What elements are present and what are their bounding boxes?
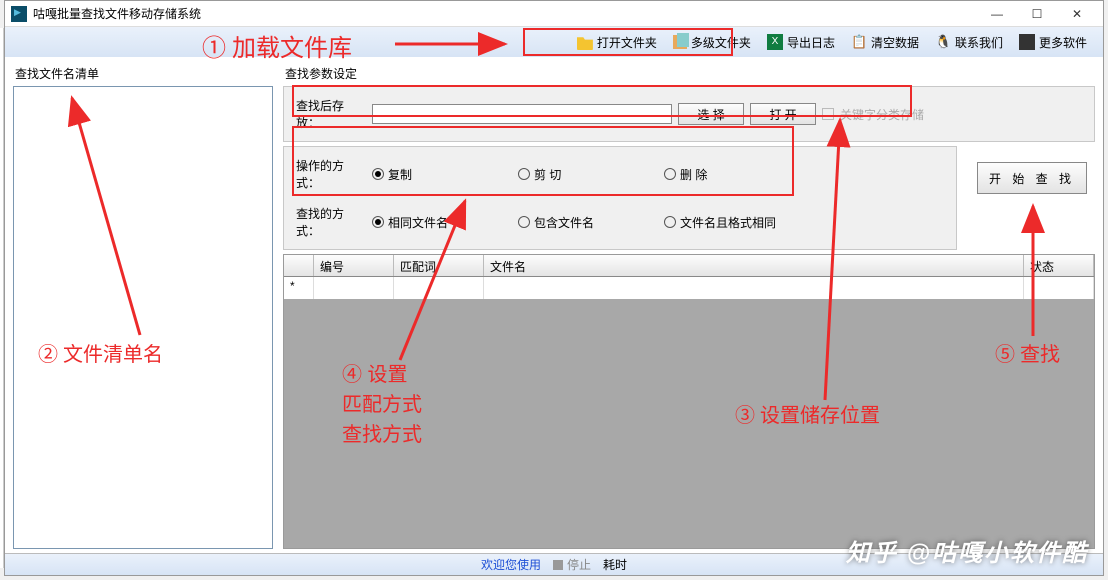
- open-folder-button[interactable]: 打开文件夹: [569, 32, 665, 53]
- radio-icon: [518, 168, 530, 180]
- app-window: 咕嘎批量查找文件移动存储系统 — ☐ ✕ 打开文件夹 多级文件夹 X 导出日志 …: [4, 0, 1104, 576]
- col-no[interactable]: 编号: [314, 255, 394, 276]
- find-same-radio[interactable]: 相同文件名: [372, 214, 512, 231]
- radio-icon: [664, 168, 676, 180]
- qr-icon: [1019, 34, 1035, 50]
- status-stop: 停止: [553, 556, 591, 573]
- col-state[interactable]: 状态: [1024, 255, 1094, 276]
- window-title: 咕嘎批量查找文件移动存储系统: [33, 5, 201, 22]
- col-blank: [284, 255, 314, 276]
- contact-us-button[interactable]: 联系我们: [927, 32, 1011, 53]
- export-log-button[interactable]: X 导出日志: [759, 32, 843, 53]
- titlebar: 咕嘎批量查找文件移动存储系统 — ☐ ✕: [5, 1, 1103, 27]
- minimize-button[interactable]: —: [977, 2, 1017, 26]
- qq-icon: [935, 34, 951, 50]
- close-button[interactable]: ✕: [1057, 2, 1097, 26]
- watermark: 知乎 @咕嘎小软件酷: [838, 533, 1088, 568]
- clipboard-icon: [851, 34, 867, 50]
- select-button[interactable]: 选 择: [678, 103, 744, 125]
- storage-group: 查找后存放： 选 择 打 开 关键字分类存储: [283, 86, 1095, 142]
- status-time: 耗时: [603, 556, 627, 573]
- filename-list-title: 查找文件名清单: [13, 61, 273, 86]
- grid-header: 编号 匹配词 文件名 状态: [284, 255, 1094, 277]
- maximize-button[interactable]: ☐: [1017, 2, 1057, 26]
- find-contain-radio[interactable]: 包含文件名: [518, 214, 658, 231]
- find-mode-label: 查找的方式：: [296, 205, 366, 239]
- clear-data-button[interactable]: 清空数据: [843, 32, 927, 53]
- options-group: 操作的方式： 复制 剪 切 删 除 查找的方式： 相同文件名 包含文件名 文件名…: [283, 146, 957, 250]
- keyword-check[interactable]: [822, 108, 834, 120]
- status-welcome: 欢迎您使用: [481, 556, 541, 573]
- find-samefmt-radio[interactable]: 文件名且格式相同: [664, 214, 824, 231]
- col-match[interactable]: 匹配词: [394, 255, 484, 276]
- stop-icon: [553, 560, 563, 570]
- start-search-button[interactable]: 开 始 查 找: [977, 162, 1087, 194]
- folder-icon: [577, 34, 593, 50]
- radio-icon: [372, 216, 384, 228]
- toolbar: 打开文件夹 多级文件夹 X 导出日志 清空数据 联系我们 更多软件: [5, 27, 1103, 57]
- more-software-button[interactable]: 更多软件: [1011, 32, 1095, 53]
- op-cut-radio[interactable]: 剪 切: [518, 166, 658, 183]
- radio-icon: [664, 216, 676, 228]
- grid-new-row[interactable]: *: [284, 277, 1094, 299]
- keyword-check-label: 关键字分类存储: [840, 106, 924, 123]
- col-name[interactable]: 文件名: [484, 255, 1024, 276]
- open-button[interactable]: 打 开: [750, 103, 816, 125]
- filename-list[interactable]: [13, 86, 273, 549]
- op-mode-label: 操作的方式：: [296, 157, 366, 191]
- excel-icon: X: [767, 34, 783, 50]
- params-title: 查找参数设定: [283, 61, 1095, 86]
- multi-folder-icon: [673, 35, 687, 49]
- op-copy-radio[interactable]: 复制: [372, 166, 512, 183]
- multi-folder-button[interactable]: 多级文件夹: [665, 32, 759, 53]
- row-marker: *: [284, 277, 314, 299]
- store-path-input[interactable]: [372, 104, 672, 124]
- app-icon: [11, 6, 27, 22]
- radio-icon: [518, 216, 530, 228]
- op-delete-radio[interactable]: 删 除: [664, 166, 804, 183]
- result-grid[interactable]: 编号 匹配词 文件名 状态 *: [283, 254, 1095, 549]
- store-label: 查找后存放：: [296, 97, 366, 131]
- radio-icon: [372, 168, 384, 180]
